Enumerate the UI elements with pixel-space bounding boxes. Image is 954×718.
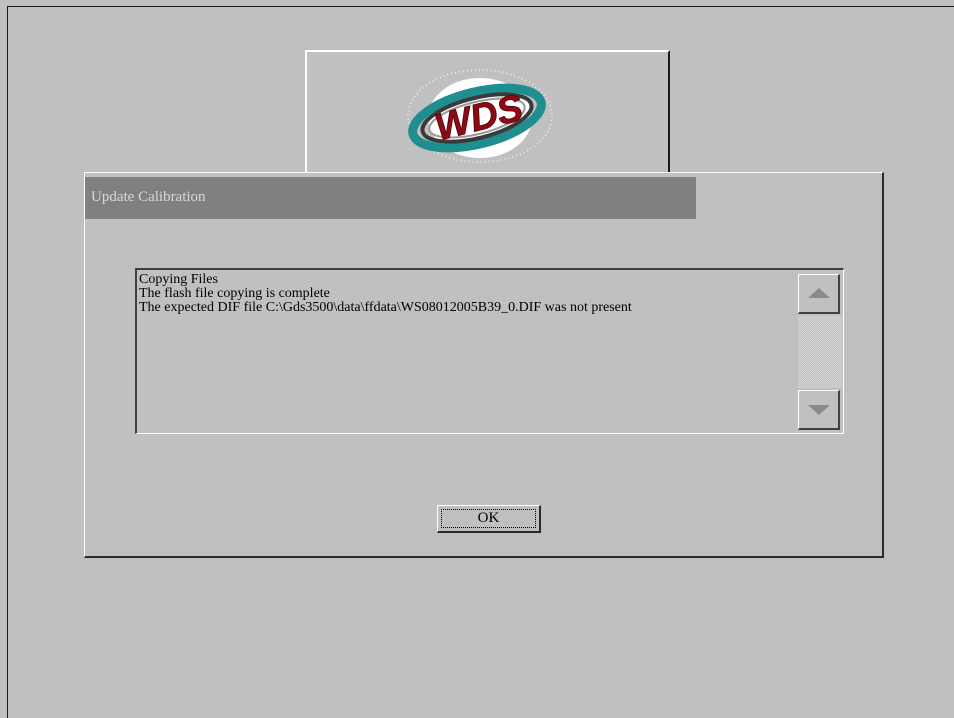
message-line: Copying Files — [139, 272, 218, 287]
update-calibration-dialog: Update Calibration Copying Files The fla… — [84, 172, 884, 558]
scroll-down-button[interactable] — [798, 390, 840, 430]
desktop-background: WDS Update Calibration Copying Files The… — [0, 0, 954, 718]
logo-panel: WDS — [305, 50, 670, 175]
arrow-down-icon — [808, 405, 830, 415]
message-text: Copying Files The flash file copying is … — [139, 273, 632, 315]
wds-logo: WDS — [407, 69, 553, 163]
message-list[interactable]: Copying Files The flash file copying is … — [135, 268, 844, 434]
dialog-titlebar[interactable]: Update Calibration — [85, 177, 696, 219]
dialog-title: Update Calibration — [91, 189, 206, 205]
message-line: The expected DIF file C:\Gds3500\data\ff… — [139, 300, 632, 315]
scroll-up-button[interactable] — [798, 274, 840, 314]
scroll-track[interactable] — [798, 316, 842, 388]
message-line: The flash file copying is complete — [139, 286, 330, 301]
ok-button-label: OK — [477, 510, 500, 526]
ok-button[interactable]: OK — [437, 505, 541, 533]
arrow-up-icon — [808, 288, 830, 298]
vertical-scrollbar[interactable] — [797, 270, 843, 433]
